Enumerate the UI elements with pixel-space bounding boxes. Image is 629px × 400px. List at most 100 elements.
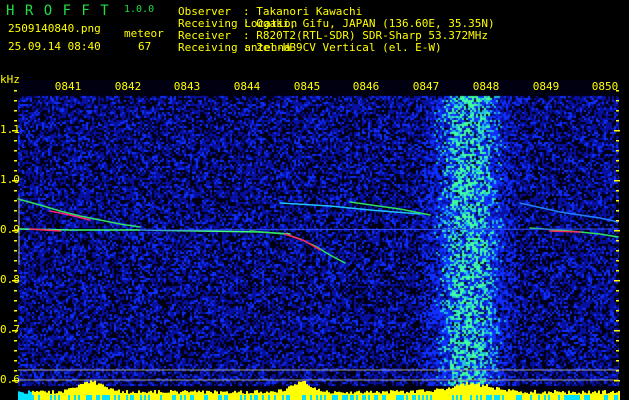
histogram-bar <box>40 390 42 400</box>
histogram-bar <box>452 395 454 400</box>
histogram-bar <box>86 395 88 400</box>
histogram-bar <box>134 392 136 400</box>
histogram-bar <box>240 395 242 400</box>
histogram-bar <box>316 395 318 400</box>
histogram-bar <box>384 395 386 400</box>
histogram-bar <box>52 390 54 400</box>
y-tick-mark <box>14 250 17 252</box>
y-tick-mark <box>14 120 17 122</box>
histogram-bar <box>232 392 234 400</box>
histogram-bar <box>474 384 476 400</box>
histogram-bar <box>110 388 112 400</box>
histogram-bar <box>538 395 540 400</box>
histogram-bar <box>18 391 20 400</box>
histogram-bar <box>192 395 194 400</box>
histogram-bar <box>454 386 456 400</box>
histogram-bar <box>104 395 106 400</box>
histogram-bar <box>156 393 158 400</box>
histogram-bar <box>150 390 152 400</box>
histogram-bar <box>228 393 230 400</box>
x-tick-label: 0848 <box>472 80 500 93</box>
histogram-bar <box>352 395 354 400</box>
y-tick-mark <box>616 310 619 312</box>
histogram-bar <box>578 395 580 400</box>
histogram-bar <box>98 395 100 400</box>
histogram-bar <box>548 395 550 400</box>
histogram-bar <box>368 395 370 400</box>
histogram-bar <box>372 392 374 400</box>
histogram-bar <box>120 392 122 400</box>
histogram-bar <box>84 382 86 400</box>
histogram-bar <box>486 395 488 400</box>
histogram-bar <box>520 395 522 400</box>
y-tick-mark <box>14 140 17 142</box>
histogram-bar <box>436 388 438 400</box>
histogram-bar <box>604 395 606 400</box>
histogram-bar <box>534 389 536 400</box>
histogram-bar <box>194 390 196 400</box>
histogram-bar <box>572 395 574 400</box>
histogram-bar <box>612 390 614 400</box>
histogram <box>18 380 620 400</box>
histogram-bar <box>212 393 214 400</box>
histogram-bar <box>562 391 564 400</box>
y-tick-mark <box>14 170 17 172</box>
histogram-bar <box>22 395 24 400</box>
histogram-bar <box>304 395 306 400</box>
histogram-bar <box>54 395 56 400</box>
y-axis-unit: kHz <box>0 73 20 86</box>
histogram-bar <box>494 395 496 400</box>
histogram-bar <box>552 392 554 400</box>
y-tick-mark <box>616 150 619 152</box>
histogram-bar <box>354 392 356 400</box>
y-tick-mark <box>616 350 619 352</box>
histogram-bar <box>170 390 172 400</box>
histogram-bar <box>540 393 542 400</box>
y-tick-mark <box>14 260 17 262</box>
y-tick-label: 0.6 <box>0 373 20 386</box>
histogram-bar <box>146 392 148 400</box>
histogram-bar <box>196 392 198 400</box>
y-tick-mark <box>14 200 17 202</box>
y-tick-mark <box>14 220 17 222</box>
histogram-bar <box>608 393 610 400</box>
histogram-bar <box>426 395 428 400</box>
histogram-bar <box>254 395 256 400</box>
histogram-bar <box>214 390 216 400</box>
y-tick-mark <box>616 140 619 142</box>
meteor-trace <box>249 230 346 264</box>
histogram-bar <box>484 385 486 400</box>
histogram-bar <box>282 395 284 400</box>
histogram-bar <box>290 385 292 400</box>
histogram-bar <box>496 395 498 400</box>
histogram-bar <box>514 390 516 400</box>
histogram-bar <box>200 392 202 400</box>
histogram-bar <box>72 387 74 400</box>
y-tick-mark <box>14 300 17 302</box>
histogram-bar <box>524 392 526 400</box>
histogram-bar <box>590 393 592 400</box>
histogram-bar <box>420 389 422 400</box>
histogram-bar <box>448 387 450 400</box>
histogram-bar <box>264 392 266 400</box>
histogram-bar <box>320 395 322 400</box>
histogram-bar <box>582 390 584 400</box>
histogram-bar <box>516 395 518 400</box>
y-tick-mark <box>616 340 619 342</box>
y-tick-mark <box>14 190 17 192</box>
histogram-bar <box>360 392 362 400</box>
histogram-bar <box>434 389 436 400</box>
x-tick-label: 0847 <box>412 80 440 93</box>
histogram-bar <box>532 392 534 400</box>
histogram-bar <box>588 395 590 400</box>
histogram-bar <box>408 392 410 400</box>
histogram-bar <box>322 391 324 400</box>
histogram-bar <box>592 392 594 400</box>
y-tick-mark <box>14 240 17 242</box>
histogram-bar <box>490 395 492 400</box>
y-tick-mark <box>616 260 619 262</box>
y-tick-mark <box>14 110 17 112</box>
histogram-bar <box>94 380 96 400</box>
histogram-bar <box>68 395 70 400</box>
histogram-bar <box>272 391 274 400</box>
